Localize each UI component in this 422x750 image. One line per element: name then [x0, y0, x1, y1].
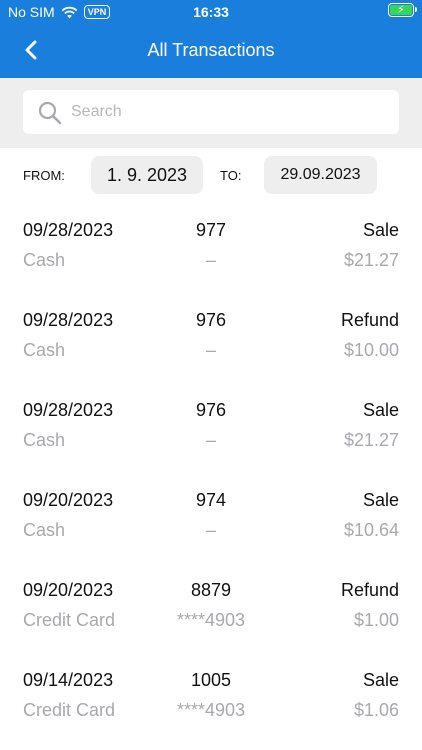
- transaction-type: Sale: [362, 400, 399, 420]
- transaction-type: Sale: [362, 670, 399, 690]
- transaction-row[interactable]: 09/14/2023 1005 Sale Credit Card ****490…: [0, 660, 422, 750]
- search-box[interactable]: [23, 90, 399, 134]
- status-bar: No SIM VPN 16:33 ⚡: [0, 0, 422, 24]
- navigation-bar: All Transactions: [0, 32, 422, 72]
- transaction-row[interactable]: 09/28/2023 976 Sale Cash – $21.27: [0, 390, 422, 480]
- transaction-row[interactable]: 09/28/2023 977 Sale Cash – $21.27: [0, 210, 422, 300]
- transaction-number: 976: [195, 400, 227, 420]
- status-time: 16:33: [193, 4, 229, 20]
- transaction-row[interactable]: 09/20/2023 974 Sale Cash – $10.64: [0, 480, 422, 570]
- transaction-amount: $10.64: [343, 520, 399, 540]
- transaction-amount: $1.00: [353, 610, 399, 630]
- transaction-row[interactable]: 09/28/2023 976 Refund Cash – $10.00: [0, 300, 422, 390]
- app-header: No SIM VPN 16:33 ⚡ All Transactions: [0, 0, 422, 78]
- transaction-amount: $21.27: [343, 430, 399, 450]
- transaction-type: Sale: [362, 220, 399, 240]
- search-input[interactable]: [71, 90, 391, 134]
- page-title: All Transactions: [147, 40, 275, 60]
- transaction-amount: $10.00: [343, 340, 399, 360]
- transaction-amount: $1.06: [353, 700, 399, 720]
- status-right: ⚡: [388, 3, 417, 20]
- transaction-number: 977: [195, 220, 227, 240]
- transaction-amount: $21.27: [343, 250, 399, 270]
- date-filter-bar: FROM: 1. 9. 2023 TO: 29.09.2023: [0, 148, 422, 202]
- transaction-number: 1005: [190, 670, 232, 690]
- transaction-type: Refund: [340, 310, 399, 330]
- search-icon: [38, 101, 62, 125]
- from-label: FROM:: [23, 168, 65, 183]
- battery-charging-icon: ⚡: [388, 3, 417, 17]
- to-date-picker[interactable]: 29.09.2023: [264, 156, 377, 194]
- transaction-type: Refund: [340, 580, 399, 600]
- transaction-number: 974: [195, 490, 227, 510]
- search-bar-container: [0, 78, 422, 148]
- from-date-picker[interactable]: 1. 9. 2023: [91, 156, 203, 194]
- transaction-type: Sale: [362, 490, 399, 510]
- to-label: TO:: [220, 168, 242, 183]
- transaction-row[interactable]: 09/20/2023 8879 Refund Credit Card ****4…: [0, 570, 422, 660]
